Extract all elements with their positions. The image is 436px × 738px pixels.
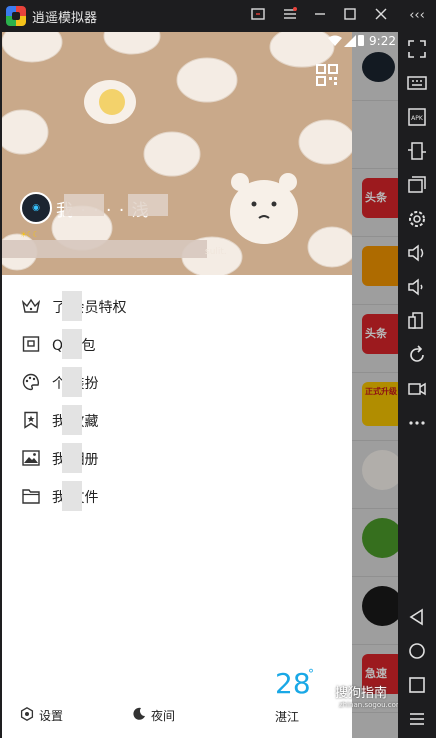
screenshot-icon[interactable]	[248, 6, 268, 26]
bookmark-star-icon	[24, 411, 38, 429]
side-drawer: ◉ 我 · · · · 浅 ☀☾☾ sulit. 了 会员特权 Q 钱包	[2, 32, 352, 738]
volume-up-icon[interactable]	[406, 242, 428, 264]
keyboard-icon[interactable]	[406, 72, 428, 94]
menu-item-decor[interactable]: 个 装扮	[2, 363, 352, 401]
emulator-window: 逍遥模拟器 ‹‹‹ 9:22 头条 头条 正式升级 急速 ◉ · · ☀☾☾ s…	[0, 0, 436, 738]
folder-icon	[22, 489, 40, 504]
android-screen: 9:22 头条 头条 正式升级 急速 ◉ · · ☀☾☾ sulit. 了 会员…	[2, 32, 398, 738]
moon-icon[interactable]	[132, 707, 146, 721]
close-icon[interactable]	[371, 6, 391, 26]
menu-item-wallet[interactable]: Q 钱包	[2, 325, 352, 363]
privacy-mask	[62, 405, 82, 435]
watermark-text: 搜狗指南	[335, 686, 388, 701]
privacy-mask	[62, 291, 82, 321]
palette-icon	[22, 373, 40, 391]
maximize-icon[interactable]	[340, 6, 360, 26]
more-icon[interactable]	[406, 412, 428, 434]
title-bar: 逍遥模拟器 ‹‹‹	[0, 0, 436, 32]
drawer-menu: 了 会员特权 Q 钱包 个 装扮 我 收藏	[2, 287, 352, 515]
settings-icon[interactable]	[20, 707, 34, 721]
weather-city[interactable]: 湛江	[275, 708, 299, 725]
signal-icon	[344, 35, 356, 47]
emulator-toolbar: APK	[398, 32, 436, 738]
privacy-mask	[62, 367, 82, 397]
wallet-icon	[22, 336, 40, 352]
wifi-icon	[328, 35, 342, 46]
app-logo-icon	[6, 6, 26, 26]
fullscreen-icon[interactable]	[406, 38, 428, 60]
shake-icon[interactable]	[406, 310, 428, 332]
level-badge-icon: ☀☾☾	[20, 230, 40, 239]
bun-pattern-image	[2, 32, 352, 275]
refresh-icon[interactable]	[406, 344, 428, 366]
status-bar: 9:22	[2, 32, 398, 50]
minimize-icon[interactable]	[310, 6, 330, 26]
weather-degree: °	[308, 667, 314, 681]
privacy-mask	[62, 481, 82, 511]
privacy-mask	[62, 443, 82, 473]
qr-code-icon[interactable]	[316, 64, 338, 86]
multi-window-icon[interactable]	[406, 174, 428, 196]
video-record-icon[interactable]	[406, 378, 428, 400]
weather-temperature[interactable]: 28	[275, 667, 311, 700]
battery-icon	[358, 35, 364, 46]
collapse-toolbar-button[interactable]: ‹‹‹	[404, 6, 430, 26]
recent-apps-icon[interactable]	[406, 674, 428, 696]
settings-button[interactable]: 设置	[39, 707, 63, 724]
privacy-mask	[62, 329, 82, 359]
back-icon[interactable]	[406, 606, 428, 628]
rotate-screen-icon[interactable]	[406, 140, 428, 162]
menu-icon[interactable]	[280, 6, 300, 26]
watermark-url: zhinan.sogou.com	[339, 701, 398, 709]
menu-lines-icon[interactable]	[406, 708, 428, 730]
image-icon	[22, 450, 40, 466]
window-title: 逍遥模拟器	[32, 11, 98, 26]
apk-install-icon[interactable]: APK	[406, 106, 428, 128]
watermark: 搜狗指南 zhinan.sogou.com	[335, 682, 398, 709]
signature-mask	[2, 240, 207, 258]
menu-item-vip[interactable]: 了 会员特权	[2, 287, 352, 325]
svg-text:APK: APK	[411, 115, 424, 122]
privacy-mask	[128, 194, 168, 216]
home-icon[interactable]	[406, 640, 428, 662]
volume-down-icon[interactable]	[406, 276, 428, 298]
drawer-scrim[interactable]	[352, 32, 398, 738]
privacy-mask	[64, 194, 104, 216]
profile-header: ◉ 我 · · · · 浅 ☀☾☾ sulit.	[2, 32, 352, 275]
status-time: 9:22	[369, 34, 396, 48]
gear-icon[interactable]	[406, 208, 428, 230]
menu-item-album[interactable]: 我 相册	[2, 439, 352, 477]
profile-signature: sulit.	[205, 247, 227, 257]
crown-icon	[22, 298, 40, 313]
avatar[interactable]: ◉	[20, 192, 52, 224]
night-mode-button[interactable]: 夜间	[151, 707, 175, 724]
menu-item-favorites[interactable]: 我 收藏	[2, 401, 352, 439]
menu-item-files[interactable]: 我 文件	[2, 477, 352, 515]
